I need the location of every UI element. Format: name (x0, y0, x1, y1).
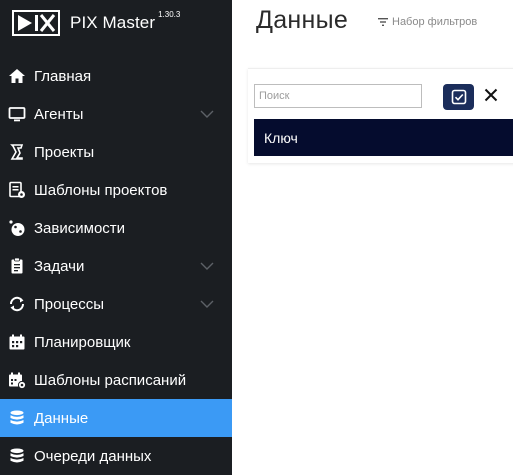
column-header-key[interactable]: Ключ (264, 130, 298, 146)
sidebar-item-schedule-templates[interactable]: Шаблоны расписаний (0, 361, 232, 399)
sidebar-item-label: Очереди данных (34, 447, 152, 465)
sidebar-item-label: Проекты (34, 143, 95, 161)
sidebar-item-label: Задачи (34, 257, 85, 275)
sidebar-nav: Главная Агенты Проекты Шаблоны проектов … (0, 57, 232, 475)
sidebar-item-scheduler[interactable]: Планировщик (0, 323, 232, 361)
sidebar-item-projects[interactable]: Проекты (0, 133, 232, 171)
chevron-down-icon[interactable] (200, 107, 214, 121)
apply-search-button[interactable] (443, 84, 474, 110)
sidebar-item-data[interactable]: Данные (0, 399, 232, 437)
calendar-icon (8, 333, 26, 351)
page-title: Данные (256, 6, 349, 34)
sidebar-item-processes[interactable]: Процессы (0, 285, 232, 323)
project-template-icon (8, 181, 26, 199)
pix-logo-icon (12, 10, 60, 36)
main-content: Данные Набор фильтров Ключ (232, 0, 513, 475)
monitor-icon (8, 105, 26, 123)
home-icon (8, 67, 26, 85)
sidebar-item-label: Планировщик (34, 333, 131, 351)
clipboard-icon (8, 257, 26, 275)
table-header: Ключ (254, 119, 513, 156)
sidebar-item-tasks[interactable]: Задачи (0, 247, 232, 285)
sidebar-item-dependencies[interactable]: Зависимости (0, 209, 232, 247)
sidebar-item-label: Процессы (34, 295, 105, 313)
calendar-settings-icon (8, 371, 26, 389)
sidebar-item-label: Главная (34, 67, 92, 85)
database-queue-icon (8, 447, 26, 465)
sidebar-item-data-queues[interactable]: Очереди данных (0, 437, 232, 475)
search-input[interactable] (254, 84, 422, 108)
dependencies-icon (8, 219, 26, 237)
sidebar-item-label: Шаблоны расписаний (34, 371, 187, 389)
sidebar: PIX Master 1.30.3 Главная Агенты Проекты… (0, 0, 232, 475)
sidebar-item-label: Агенты (34, 105, 84, 123)
sidebar-item-label: Данные (34, 409, 89, 427)
sidebar-item-label: Шаблоны проектов (34, 181, 168, 199)
brand-name: PIX Master (70, 13, 156, 32)
sidebar-item-agents[interactable]: Агенты (0, 95, 232, 133)
close-icon (484, 88, 498, 102)
data-table-card: Ключ (248, 68, 513, 163)
brand-version: 1.30.3 (158, 10, 181, 19)
checkbox-check-icon (451, 89, 466, 105)
refresh-icon (8, 295, 26, 313)
clear-search-button[interactable] (484, 88, 498, 102)
projects-icon (8, 143, 26, 161)
chevron-down-icon[interactable] (200, 297, 214, 311)
database-icon (8, 409, 26, 427)
filter-set-button[interactable]: Набор фильтров (378, 16, 477, 28)
brand[interactable]: PIX Master 1.30.3 (12, 8, 180, 38)
chevron-down-icon[interactable] (200, 259, 214, 273)
sidebar-item-label: Зависимости (34, 219, 126, 237)
app-window: PIX Master 1.30.3 Главная Агенты Проекты… (0, 0, 513, 475)
sidebar-item-project-templates[interactable]: Шаблоны проектов (0, 171, 232, 209)
sidebar-item-home[interactable]: Главная (0, 57, 232, 95)
filter-icon (378, 18, 388, 26)
filter-set-label: Набор фильтров (392, 16, 478, 28)
